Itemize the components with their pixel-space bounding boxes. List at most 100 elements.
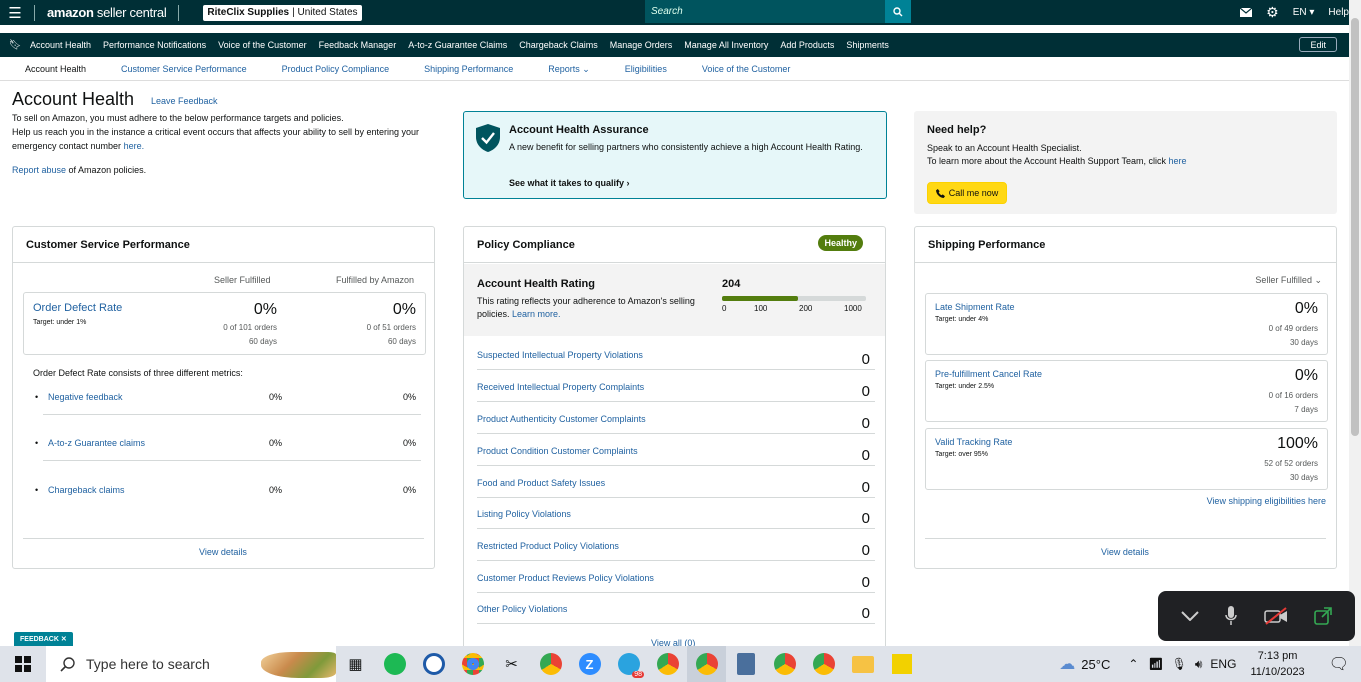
mail-icon[interactable] — [1240, 8, 1253, 17]
cancel-rate-link[interactable]: Pre-fulfillment Cancel Rate — [935, 369, 1042, 379]
negative-feedback-link[interactable]: Negative feedback — [48, 392, 123, 402]
bookmark-icon[interactable]: 🔖︎ — [0, 40, 30, 51]
edit-nav-button[interactable]: Edit — [1299, 37, 1337, 52]
report-abuse-link[interactable]: Report abuse — [12, 165, 66, 175]
chevron-down-icon[interactable] — [1181, 611, 1199, 621]
clock-app-icon[interactable] — [414, 646, 453, 682]
tab-account-health[interactable]: Account Health — [25, 64, 86, 74]
search-button[interactable] — [885, 0, 911, 23]
spotify-icon[interactable] — [375, 646, 414, 682]
nav-voice-of-customer[interactable]: Voice of the Customer — [218, 40, 307, 50]
call-me-now-button[interactable]: Call me now — [927, 182, 1007, 204]
leave-feedback-link[interactable]: Leave Feedback — [151, 96, 218, 106]
policy-row: Suspected Intellectual Property Violatio… — [477, 338, 875, 370]
chrome-icon[interactable] — [531, 646, 570, 682]
search-input[interactable]: Search — [645, 0, 885, 23]
tab-reports[interactable]: Reports ⌄ — [548, 64, 590, 75]
nav-chargeback-claims[interactable]: Chargeback Claims — [519, 40, 598, 50]
policy-link[interactable]: Customer Product Reviews Policy Violatio… — [477, 573, 654, 583]
language-indicator[interactable]: ENG — [1210, 657, 1236, 671]
intro-line-2: Help us reach you in the instance a crit… — [12, 127, 420, 151]
microphone-icon[interactable] — [1225, 606, 1238, 626]
notifications-icon[interactable]: 🗨︎ — [1329, 654, 1349, 674]
store-selector[interactable]: RiteClix Supplies | United States — [203, 4, 362, 21]
snipping-tool-icon[interactable]: ✂ — [492, 646, 531, 682]
nav-atoz-claims[interactable]: A-to-z Guarantee Claims — [408, 40, 507, 50]
gear-icon[interactable]: ⚙ — [1266, 4, 1279, 21]
weather-temp[interactable]: 25°C — [1081, 657, 1110, 672]
assurance-text: A new benefit for selling partners who c… — [509, 142, 863, 152]
policy-link[interactable]: Food and Product Safety Issues — [477, 478, 605, 488]
taskbar-search-input[interactable]: Type here to search — [46, 646, 336, 682]
language-selector[interactable]: EN ▾ — [1293, 7, 1315, 18]
tab-eligibilities[interactable]: Eligibilities — [625, 64, 667, 74]
scrollbar-thumb[interactable] — [1351, 18, 1359, 436]
policy-link[interactable]: Product Authenticity Customer Complaints — [477, 414, 646, 424]
help-title: Need help? — [927, 124, 987, 136]
chrome-icon[interactable] — [453, 646, 492, 682]
meeting-controls — [1158, 591, 1355, 641]
csp-view-details-link[interactable]: View details — [199, 547, 247, 557]
valid-tracking-rate-link[interactable]: Valid Tracking Rate — [935, 437, 1012, 447]
chrome-icon[interactable] — [687, 646, 726, 682]
shipping-eligibilities-link[interactable]: View shipping eligibilities here — [1207, 496, 1326, 506]
learn-more-link[interactable]: Learn more. — [512, 309, 561, 319]
windows-start-button[interactable] — [0, 646, 46, 682]
nav-add-products[interactable]: Add Products — [780, 40, 834, 50]
policy-link[interactable]: Received Intellectual Property Complaint… — [477, 382, 644, 392]
file-explorer-icon[interactable] — [843, 646, 882, 682]
sticky-notes-icon[interactable] — [882, 646, 921, 682]
share-screen-icon[interactable] — [1314, 607, 1332, 625]
chrome-icon[interactable] — [648, 646, 687, 682]
scrollbar[interactable] — [1349, 0, 1361, 646]
zoom-icon[interactable]: Z — [570, 646, 609, 682]
metric-orders: 52 of 52 orders — [1264, 459, 1318, 468]
order-defect-rate-link[interactable]: Order Defect Rate — [33, 302, 122, 314]
chrome-icon[interactable] — [804, 646, 843, 682]
policy-row: Food and Product Safety Issues 0 — [477, 466, 875, 498]
camera-off-icon[interactable] — [1263, 607, 1288, 625]
hamburger-menu-icon[interactable]: ☰ — [0, 0, 30, 25]
chevron-up-icon[interactable]: ⌃ — [1128, 657, 1138, 671]
policy-link[interactable]: Listing Policy Violations — [477, 509, 571, 519]
odr-sf-orders: 0 of 101 orders — [223, 323, 277, 332]
tab-shipping[interactable]: Shipping Performance — [424, 64, 513, 74]
nav-account-health[interactable]: Account Health — [30, 40, 91, 50]
atoz-claims-link[interactable]: A-to-z Guarantee claims — [48, 438, 145, 448]
policy-link[interactable]: Restricted Product Policy Violations — [477, 541, 619, 551]
volume-icon[interactable]: 🔊︎ — [1195, 657, 1203, 672]
policy-link[interactable]: Suspected Intellectual Property Violatio… — [477, 350, 643, 360]
chevron-right-icon: › — [626, 178, 630, 188]
nav-manage-orders[interactable]: Manage Orders — [610, 40, 673, 50]
nav-shipments[interactable]: Shipments — [846, 40, 889, 50]
shipping-view-details-link[interactable]: View details — [1101, 547, 1149, 557]
chrome-icon[interactable] — [765, 646, 804, 682]
qualify-link[interactable]: See what it takes to qualify › — [509, 178, 630, 188]
taskbar-clock[interactable]: 7:13 pm 11/10/2023 — [1250, 648, 1304, 680]
tab-customer-service[interactable]: Customer Service Performance — [121, 64, 247, 74]
telegram-icon[interactable]: 98 — [609, 646, 648, 682]
nav-performance-notifications[interactable]: Performance Notifications — [103, 40, 206, 50]
metric-target: Target: under 4% — [935, 316, 989, 323]
policy-link[interactable]: Other Policy Violations — [477, 604, 567, 614]
weather-icon[interactable]: ☁ — [1059, 654, 1075, 674]
policy-link[interactable]: Product Condition Customer Complaints — [477, 446, 638, 456]
microphone-icon[interactable]: 🎙︎ — [1172, 657, 1187, 671]
tab-voice-of-customer[interactable]: Voice of the Customer — [702, 64, 791, 74]
feedback-tab[interactable]: FEEDBACK ✕ — [14, 632, 73, 646]
seller-central-logo[interactable]: amazon seller central — [47, 5, 167, 20]
support-team-link[interactable]: here — [1168, 156, 1186, 166]
header-actions: ⚙ EN ▾ Help — [1240, 0, 1349, 25]
nav-feedback-manager[interactable]: Feedback Manager — [319, 40, 397, 50]
calculator-icon[interactable] — [726, 646, 765, 682]
nav-manage-inventory[interactable]: Manage All Inventory — [684, 40, 768, 50]
emergency-contact-link[interactable]: here. — [124, 141, 145, 151]
task-view-icon[interactable]: ▦ — [336, 646, 375, 682]
tab-product-policy[interactable]: Product Policy Compliance — [282, 64, 390, 74]
chargeback-claims-link[interactable]: Chargeback claims — [48, 485, 125, 495]
network-icon[interactable]: 📶︎ — [1148, 657, 1163, 671]
late-shipment-rate-link[interactable]: Late Shipment Rate — [935, 302, 1015, 312]
policy-row: Product Condition Customer Complaints 0 — [477, 434, 875, 466]
fulfillment-selector[interactable]: Seller Fulfilled ⌄ — [1255, 275, 1322, 286]
help-link[interactable]: Help — [1328, 7, 1349, 18]
